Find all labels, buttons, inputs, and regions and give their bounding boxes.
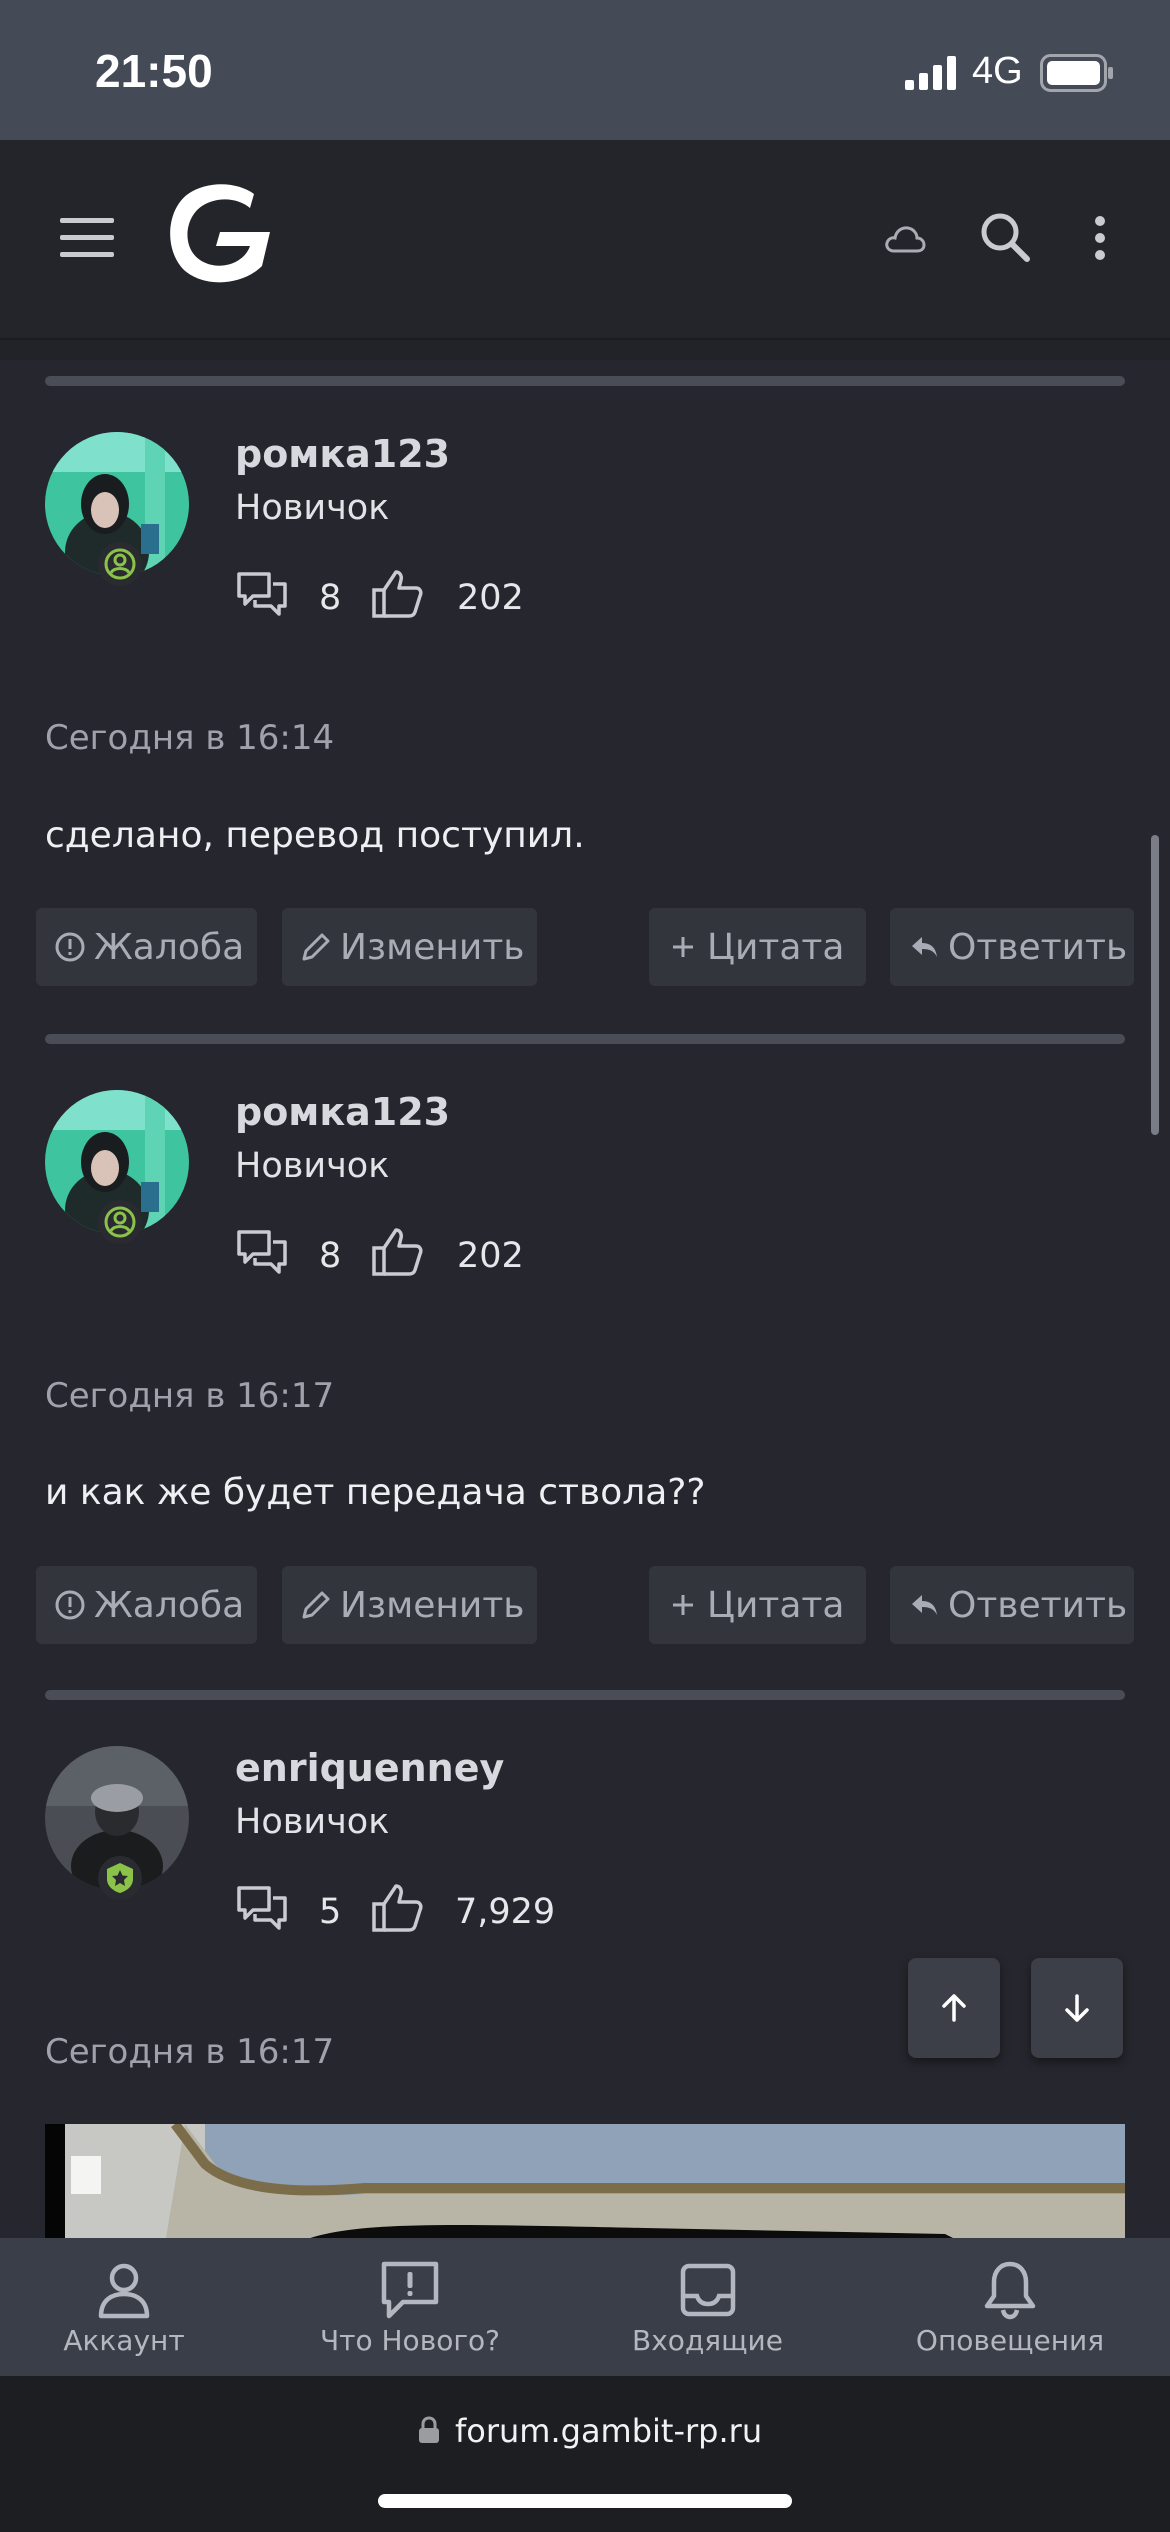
reaction-score: 202 — [457, 1236, 524, 1276]
user-title: Новичок — [235, 1146, 390, 1186]
status-time: 21:50 — [95, 45, 213, 97]
edit-button[interactable]: Изменить — [282, 1566, 537, 1644]
reply-icon — [912, 1595, 937, 1615]
post-date[interactable]: Сегодня в 16:14 — [45, 718, 334, 758]
messages-icon — [237, 572, 287, 616]
search-icon[interactable] — [980, 212, 1030, 262]
plus-icon — [673, 1595, 693, 1615]
reply-button[interactable]: Ответить — [890, 1566, 1134, 1644]
network-type: 4G — [972, 50, 1023, 92]
user-stats: 8 202 — [235, 568, 555, 628]
post-item: ромка123 Новичок 8 202 Сегодня в 16:14 с… — [0, 360, 1170, 1040]
report-icon — [55, 1590, 85, 1620]
reply-label: Ответить — [948, 926, 1128, 968]
post-divider — [45, 1034, 1125, 1044]
post-date[interactable]: Сегодня в 16:17 — [45, 1376, 334, 1416]
username[interactable]: enriquenney — [235, 1746, 504, 1790]
nav-inbox-label: Входящие — [632, 2324, 783, 2357]
thumbs-up-icon — [372, 1884, 423, 1932]
reply-icon — [912, 937, 937, 957]
cellular-signal-icon — [905, 56, 956, 90]
more-vertical-icon[interactable] — [1093, 215, 1107, 261]
edit-label: Изменить — [340, 1584, 525, 1626]
post-date[interactable]: Сегодня в 16:17 — [45, 2032, 334, 2072]
scroll-down-button[interactable] — [1031, 1958, 1123, 2058]
cloud-icon[interactable] — [884, 224, 926, 254]
thumbs-up-icon — [372, 1228, 423, 1276]
scroll-up-button[interactable] — [908, 1958, 1000, 2058]
site-logo[interactable] — [158, 180, 278, 290]
report-label: Жалоба — [94, 1584, 245, 1626]
arrow-down-icon — [1065, 1994, 1089, 2022]
nav-account[interactable]: Аккаунт — [44, 2238, 204, 2376]
menu-icon[interactable] — [60, 216, 114, 260]
user-badge-icon — [98, 1200, 142, 1244]
status-bar: 21:50 4G — [0, 0, 1170, 140]
messages-icon — [237, 1230, 287, 1274]
quote-label: Цитата — [707, 1584, 845, 1626]
alert-message-icon — [381, 2261, 439, 2319]
page-scrollbar[interactable] — [1151, 835, 1159, 1135]
url-text: forum.gambit-rp.ru — [455, 2412, 763, 2450]
post-divider — [45, 376, 1125, 386]
bottom-navigation: Аккаунт Что Нового? Входящие Оповещения — [0, 2238, 1170, 2376]
message-count: 5 — [319, 1892, 342, 1932]
nav-account-label: Аккаунт — [63, 2324, 185, 2357]
nav-whats-new-label: Что Нового? — [319, 2324, 501, 2357]
nav-inbox[interactable]: Входящие — [615, 2238, 800, 2376]
quote-label: Цитата — [707, 926, 845, 968]
reaction-score: 7,929 — [455, 1892, 556, 1932]
nav-alerts-label: Оповещения — [915, 2324, 1105, 2357]
lock-icon — [419, 2416, 439, 2443]
user-icon — [98, 2263, 150, 2319]
report-icon — [55, 932, 85, 962]
quote-button[interactable]: Цитата — [649, 1566, 866, 1644]
username[interactable]: ромка123 — [235, 432, 450, 476]
thumbs-up-icon — [372, 570, 423, 618]
pencil-icon — [302, 933, 330, 961]
user-title: Новичок — [235, 1802, 390, 1842]
inbox-icon — [680, 2263, 735, 2317]
nav-whats-new[interactable]: Что Нового? — [310, 2238, 510, 2376]
report-button[interactable]: Жалоба — [36, 908, 257, 986]
user-title: Новичок — [235, 488, 390, 528]
edit-label: Изменить — [340, 926, 525, 968]
post-body: и как же будет передача ствола?? — [45, 1472, 706, 1513]
post-divider — [45, 1690, 1125, 1700]
home-indicator[interactable] — [378, 2494, 792, 2508]
user-badge-icon — [98, 542, 142, 586]
message-count: 8 — [319, 1236, 342, 1276]
arrow-up-icon — [942, 1994, 966, 2022]
bell-icon — [984, 2261, 1036, 2320]
report-label: Жалоба — [94, 926, 245, 968]
battery-icon — [1040, 54, 1113, 92]
reply-label: Ответить — [948, 1584, 1128, 1626]
user-badge-icon — [98, 1856, 142, 1900]
post-image[interactable] — [45, 2124, 1125, 2244]
plus-icon — [673, 937, 693, 957]
messages-icon — [237, 1886, 287, 1930]
post-item: ромка123 Новичок 8 202 Сегодня в 16:17 и… — [0, 1034, 1170, 1694]
pencil-icon — [302, 1591, 330, 1619]
report-button[interactable]: Жалоба — [36, 1566, 257, 1644]
username[interactable]: ромка123 — [235, 1090, 450, 1134]
edit-button[interactable]: Изменить — [282, 908, 537, 986]
reaction-score: 202 — [457, 578, 524, 618]
browser-address-bar[interactable]: forum.gambit-rp.ru — [0, 2376, 1170, 2532]
nav-alerts[interactable]: Оповещения — [900, 2238, 1120, 2376]
quote-button[interactable]: Цитата — [649, 908, 866, 986]
message-count: 8 — [319, 578, 342, 618]
reply-button[interactable]: Ответить — [890, 908, 1134, 986]
post-body: сделано, перевод поступил. — [45, 815, 585, 856]
app-header — [0, 140, 1170, 340]
user-stats: 5 7,929 — [235, 1882, 595, 1942]
user-stats: 8 202 — [235, 1226, 555, 1286]
